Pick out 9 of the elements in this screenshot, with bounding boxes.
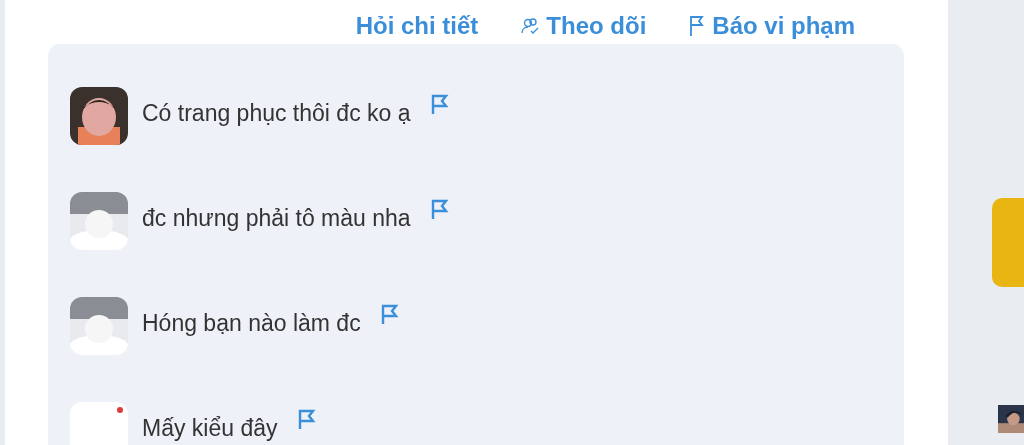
comment-text: Hóng bạn nào làm đc	[142, 309, 361, 337]
flag-icon	[688, 15, 707, 37]
comment-text: Mấy kiểu đây	[142, 414, 278, 442]
comment-text: Có trang phục thôi đc ko ạ	[142, 99, 411, 127]
comment-text: đc nhưng phải tô màu nha	[142, 204, 411, 232]
action-link[interactable]: Hỏi chi tiết	[355, 8, 479, 44]
action-link[interactable]: Theo dõi	[520, 8, 647, 44]
people-icon	[520, 16, 541, 36]
action-link[interactable]: Báo vi phạm	[688, 8, 855, 44]
